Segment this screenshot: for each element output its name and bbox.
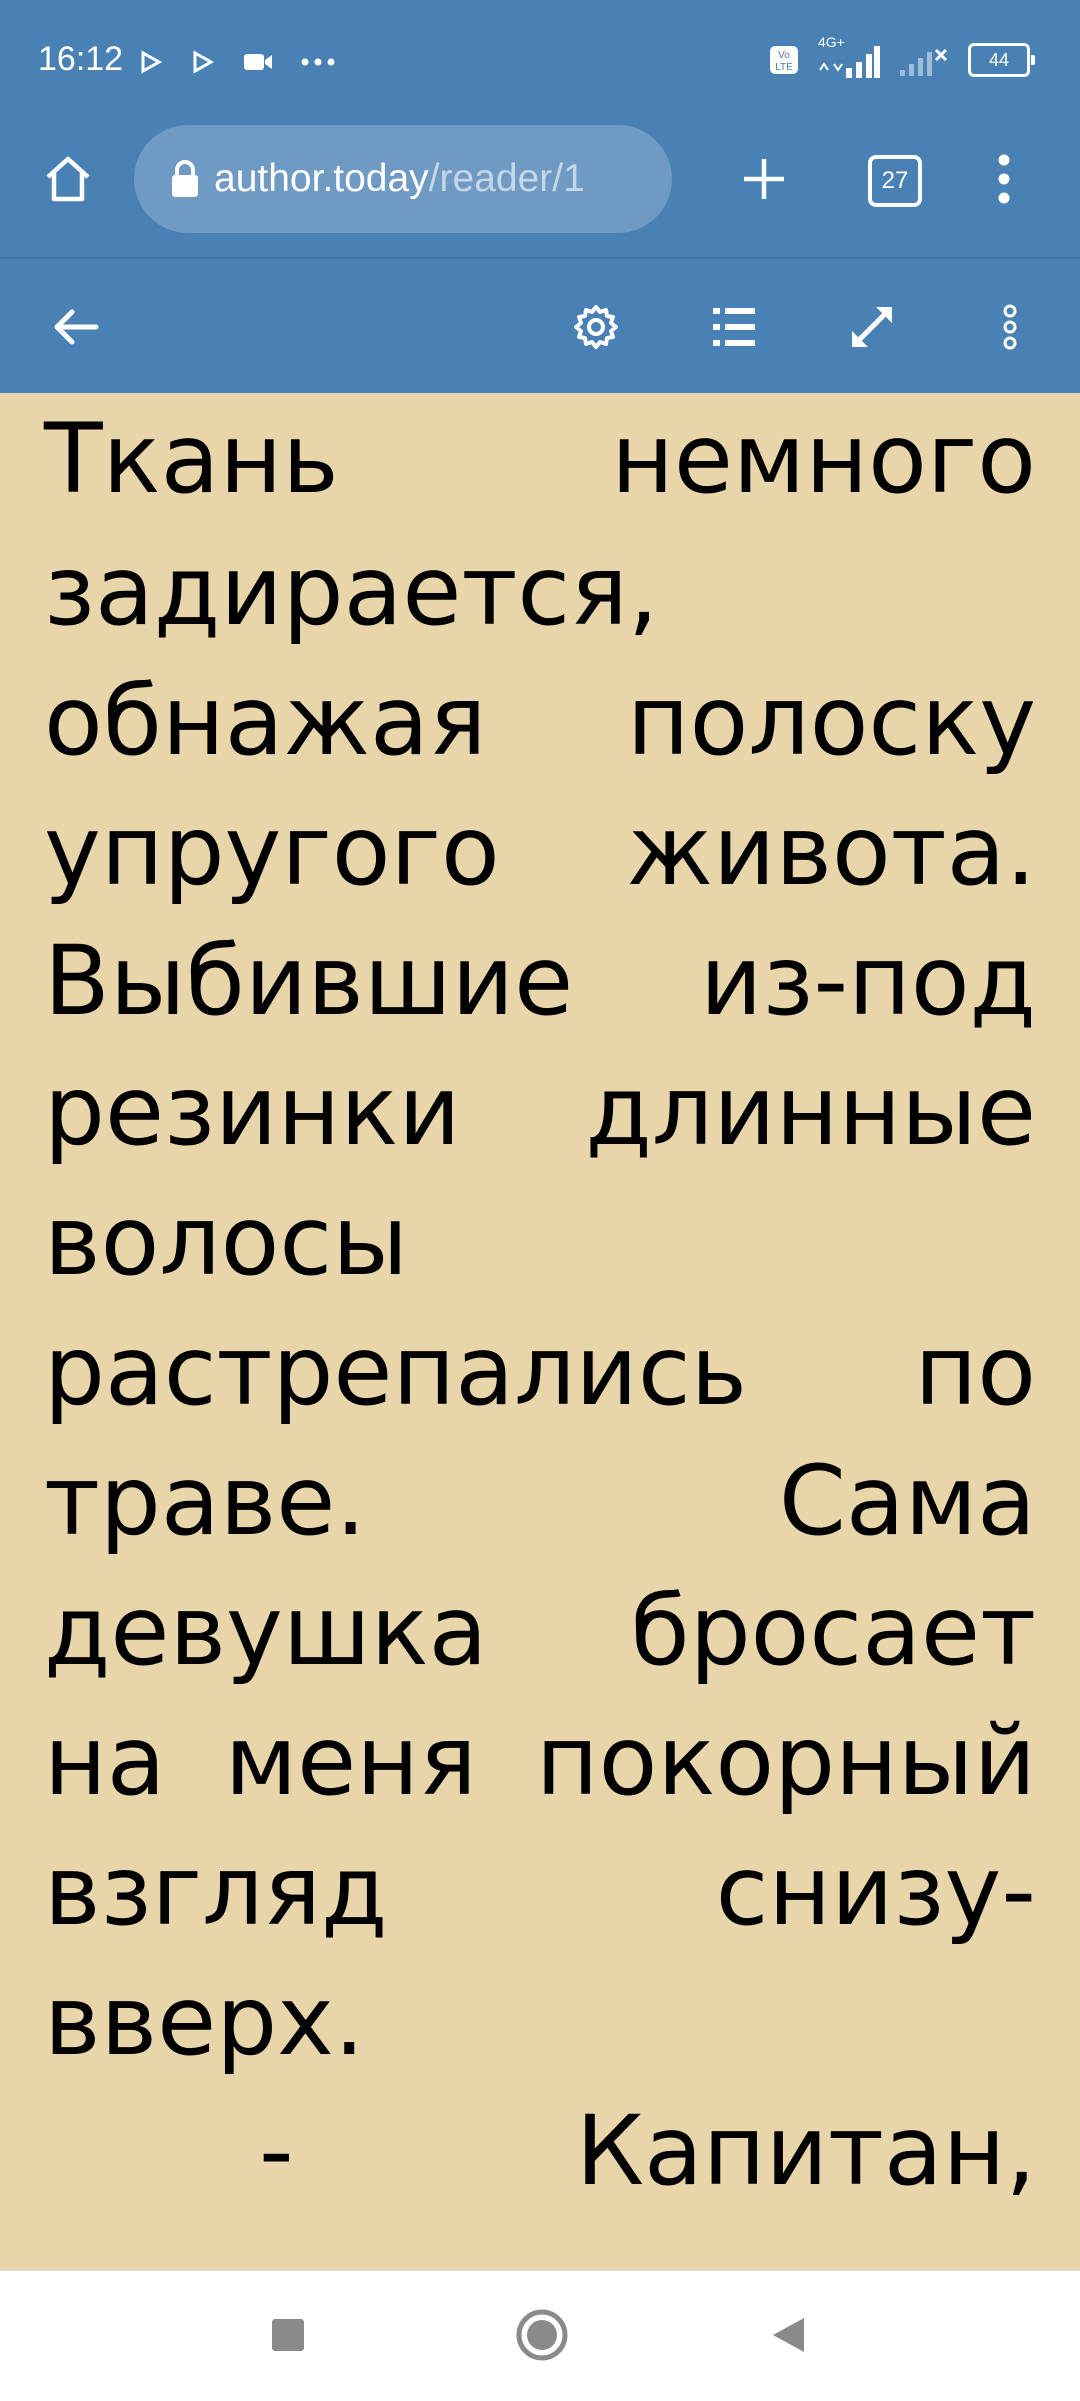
text-word: Сама	[778, 1445, 1036, 1557]
system-nav-bar	[0, 2270, 1080, 2401]
url-host: author.today	[214, 157, 429, 200]
browser-menu-button[interactable]	[972, 147, 1036, 211]
text-word: растрепались	[44, 1315, 748, 1427]
url-bar[interactable]: author.today/reader/1	[134, 125, 672, 233]
gear-icon	[574, 305, 618, 349]
back-nav-button[interactable]	[756, 2303, 820, 2367]
text-line: траве. Сама	[44, 1435, 1036, 1567]
signal-no-service-icon	[900, 48, 948, 76]
svg-text:Vo: Vo	[778, 50, 790, 61]
play-store-icon	[141, 50, 163, 74]
text-line: резинки длинные	[44, 1045, 1036, 1177]
triangle-back-icon	[773, 2318, 804, 2352]
contents-button[interactable]	[702, 295, 766, 359]
text-word: меня	[224, 1705, 477, 1817]
settings-button[interactable]	[564, 295, 628, 359]
home-button[interactable]	[36, 147, 100, 211]
more-horiz-icon	[301, 58, 335, 66]
expand-icon	[852, 307, 892, 347]
reader-menu-button[interactable]	[978, 295, 1042, 359]
text-word: немного	[611, 403, 1036, 515]
video-camera-icon	[244, 54, 272, 70]
fullscreen-button[interactable]	[840, 295, 904, 359]
status-notification-icons	[138, 44, 336, 80]
signal-strength-icon: 4G+	[816, 34, 880, 80]
text-line: растрепались по	[44, 1305, 1036, 1437]
text-word: из-под	[700, 925, 1036, 1037]
reader-content: Ткань немного задирается, обнажая полоску упр…	[0, 393, 1080, 2270]
url-path: /reader/1	[428, 157, 585, 200]
text-line: вверх.	[44, 1955, 1036, 2087]
text-word: задирается,	[44, 535, 659, 647]
text-line: упругого живота.	[44, 785, 1036, 917]
status-bar: 16:12 Vo LTE 4G+ 44	[0, 0, 1080, 125]
plus-icon	[744, 159, 784, 199]
list-icon	[713, 308, 755, 346]
battery-indicator: 44	[968, 43, 1035, 77]
circle-icon	[516, 2309, 568, 2361]
text-word: резинки	[44, 1055, 461, 1167]
text-word: взгляд	[44, 1835, 388, 1947]
text-word: по	[914, 1315, 1037, 1427]
text-word: полоску	[626, 665, 1036, 777]
back-button[interactable]	[44, 295, 108, 359]
text-word: бросает	[630, 1575, 1036, 1687]
text-line: обнажая полоску	[44, 655, 1036, 787]
text-word: траве.	[44, 1445, 366, 1557]
text-word: на	[44, 1705, 166, 1817]
text-word: девушка	[44, 1575, 488, 1687]
lock-icon	[172, 160, 198, 197]
text-line: Ткань немного	[44, 393, 1036, 525]
text-word: Выбившие	[44, 925, 574, 1037]
text-line: - Капитан,	[44, 2085, 1036, 2217]
battery-level: 44	[988, 50, 1010, 70]
reader-toolbar	[0, 257, 1080, 395]
svg-text:LTE: LTE	[775, 62, 793, 73]
text-word: волосы	[44, 1185, 408, 1297]
text-word: Ткань	[44, 403, 339, 515]
text-word: обнажая	[44, 665, 487, 777]
text-line: волосы	[44, 1175, 1036, 1307]
text-word: покорный	[535, 1705, 1036, 1817]
url-text: author.today/reader/1	[214, 157, 646, 201]
text-word: длинные	[585, 1055, 1036, 1167]
status-time: 16:12	[38, 40, 124, 78]
text-word: упругого	[44, 795, 500, 907]
text-word: вверх.	[44, 1965, 365, 2077]
text-line: взгляд снизу-	[44, 1825, 1036, 1957]
text-word: -	[259, 2095, 294, 2207]
text-word: живота.	[626, 795, 1036, 907]
text-line: Выбившие из-под	[44, 915, 1036, 1047]
arrow-left-icon	[54, 309, 99, 345]
play-store-icon	[193, 50, 215, 74]
new-tab-button[interactable]	[732, 147, 796, 211]
home-nav-button[interactable]	[508, 2301, 576, 2369]
recents-button[interactable]	[256, 2303, 320, 2367]
text-word: снизу-	[715, 1835, 1036, 1947]
text-line: задирается,	[44, 525, 1036, 657]
more-vert-icon	[1003, 304, 1017, 350]
status-right-icons: Vo LTE 4G+ 44	[768, 34, 1035, 80]
more-vert-icon	[998, 154, 1010, 204]
text-line: девушка бросает	[44, 1565, 1036, 1697]
text-line: на меня покорный	[44, 1695, 1036, 1827]
browser-toolbar: author.today/reader/1 27	[0, 125, 1080, 257]
tab-count: 27	[881, 167, 909, 194]
tab-switcher-button[interactable]: 27	[868, 155, 922, 207]
text-word: Капитан,	[575, 2095, 1036, 2207]
volte-icon: VoLTE	[770, 46, 798, 74]
home-icon	[46, 156, 90, 202]
square-icon	[272, 2319, 304, 2351]
